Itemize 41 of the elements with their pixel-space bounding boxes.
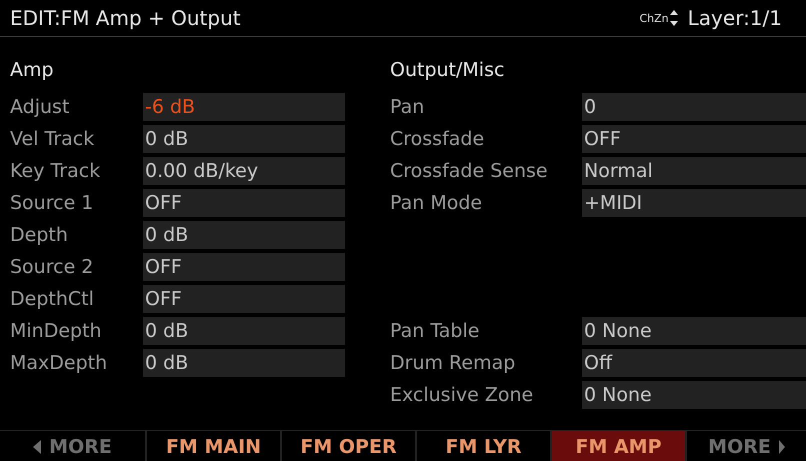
parameter-value-field[interactable]: 0 None (582, 381, 806, 409)
parameter-label: Source 2 (10, 256, 94, 278)
parameter-value-field[interactable]: 0 None (582, 317, 806, 345)
parameter-value-field[interactable]: 0 dB (143, 221, 345, 249)
parameter-value-field[interactable]: OFF (143, 285, 345, 313)
parameter-label: Crossfade (390, 128, 486, 150)
window-title: EDIT:FM Amp + Output (10, 6, 242, 30)
parameter-label: Source 1 (10, 192, 94, 214)
parameter-label: Key Track (10, 160, 102, 182)
parameter-value-field[interactable]: 0 dB (143, 317, 345, 345)
parameter-value-field[interactable]: -6 dB (143, 93, 345, 121)
parameter-value-field[interactable]: 0.00 dB/key (143, 157, 345, 185)
parameter-label: DepthCtl (10, 288, 95, 310)
layer-indicator: Layer:1/1 (688, 6, 782, 30)
parameter-label: Drum Remap (390, 352, 516, 374)
parameter-label: Exclusive Zone (390, 384, 534, 406)
parameter-label: MaxDepth (10, 352, 108, 374)
chzn-label: ChZn (639, 12, 669, 24)
up-down-arrow-icon (670, 10, 678, 26)
parameter-label: MinDepth (10, 320, 103, 342)
parameter-value-field[interactable]: OFF (143, 189, 345, 217)
parameter-label: Pan (390, 96, 426, 118)
section-heading: Output/Misc (390, 58, 506, 83)
parameter-value-field[interactable]: OFF (582, 125, 806, 153)
parameter-value-field[interactable]: +MIDI (582, 189, 806, 217)
parameter-value-field[interactable]: 0 (582, 93, 806, 121)
section-heading: Amp (10, 58, 55, 83)
parameter-value-field[interactable]: OFF (143, 253, 345, 281)
parameter-value-field[interactable]: 0 dB (143, 349, 345, 377)
parameter-value-field[interactable]: 0 dB (143, 125, 345, 153)
parameter-label: Crossfade Sense (390, 160, 549, 182)
parameter-label: Vel Track (10, 128, 96, 150)
parameter-label: Pan Mode (390, 192, 484, 214)
right-arrow-icon (778, 440, 785, 454)
page-tab[interactable]: FM AMP (550, 431, 685, 461)
parameter-value-field[interactable]: Normal (582, 157, 806, 185)
left-arrow-icon (33, 440, 42, 454)
parameter-label: Adjust (10, 96, 70, 118)
parameter-label: Pan Table (390, 320, 480, 342)
parameter-value-field[interactable]: Off (582, 349, 806, 377)
parameter-label: Depth (10, 224, 69, 246)
